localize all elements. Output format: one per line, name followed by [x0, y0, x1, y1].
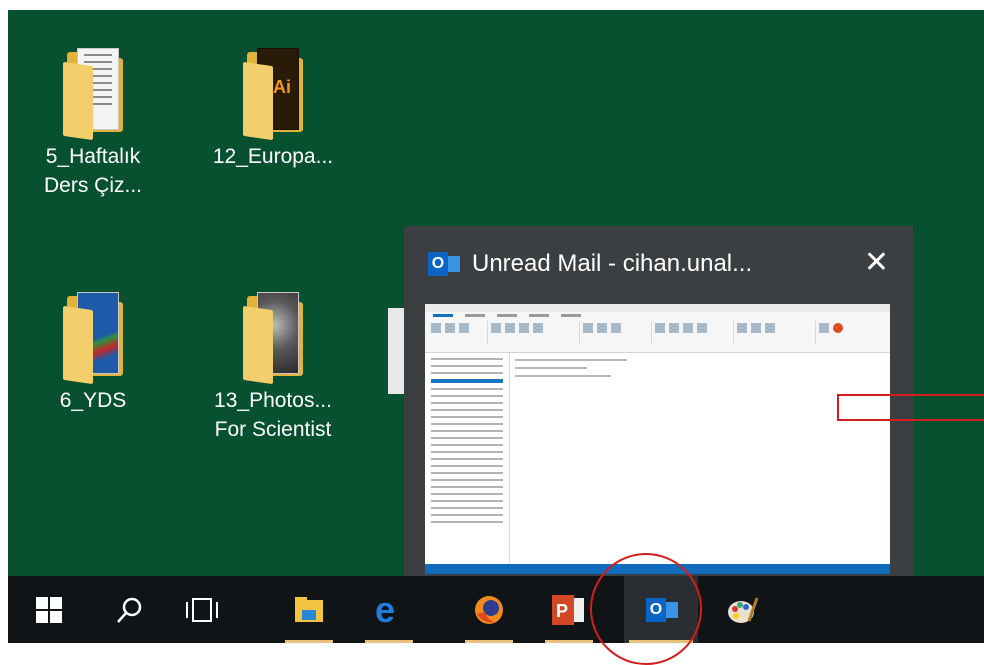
desktop-icon-12-europa[interactable]: Ai 12_Europa...: [198, 48, 348, 171]
firefox-icon: [475, 595, 503, 624]
annotation-rectangle: [837, 394, 984, 421]
powerpoint-icon: P: [552, 594, 584, 625]
outlook-icon: O: [428, 252, 460, 276]
search-icon: [117, 597, 142, 623]
paint-button[interactable]: [714, 576, 772, 643]
folder-illustrator-icon: Ai: [241, 48, 305, 141]
thumbnail-message-list: [511, 353, 631, 563]
task-view-icon: [186, 597, 218, 622]
desktop-icon-5-haftalik[interactable]: 5_Haftalık Ders Çiz...: [18, 48, 168, 200]
desktop-icon-6-yds[interactable]: 6_YDS: [18, 292, 168, 415]
desktop-icon-label: 13_Photos... For Scientist: [214, 389, 332, 441]
windows-icon: [36, 596, 62, 623]
preview-thumbnail[interactable]: [425, 304, 890, 574]
taskbar: e P O: [8, 576, 984, 643]
folder-photo-icon: [241, 292, 305, 385]
thumbnail-folder-pane: [425, 353, 510, 563]
svg-text:P: P: [556, 601, 568, 621]
desktop-icon-label: 6_YDS: [59, 389, 127, 412]
folder-book-icon: [61, 292, 125, 385]
desktop-icon-13-photos[interactable]: 13_Photos... For Scientist: [198, 292, 348, 444]
task-view-button[interactable]: [173, 576, 231, 643]
paint-icon: [728, 597, 759, 623]
start-button[interactable]: [20, 576, 78, 643]
desktop-icon-label: 5_Haftalık Ders Çiz...: [43, 145, 142, 197]
thumbnail-ribbon: [425, 304, 890, 353]
file-explorer-icon: [295, 596, 323, 622]
firefox-button[interactable]: [460, 576, 518, 643]
file-explorer-button[interactable]: [280, 576, 338, 643]
svg-text:e: e: [375, 594, 395, 626]
close-icon[interactable]: ✕: [864, 248, 889, 278]
edge-button[interactable]: e: [360, 576, 418, 643]
preview-title-bar: O Unread Mail - cihan.unal...: [428, 250, 752, 278]
desktop-icon-label: 12_Europa...: [212, 145, 334, 168]
annotation-circle: [590, 553, 702, 665]
edge-icon: e: [375, 594, 395, 626]
folder-document-icon: [61, 48, 125, 141]
preview-title: Unread Mail - cihan.unal...: [472, 250, 753, 277]
search-button[interactable]: [100, 576, 158, 643]
